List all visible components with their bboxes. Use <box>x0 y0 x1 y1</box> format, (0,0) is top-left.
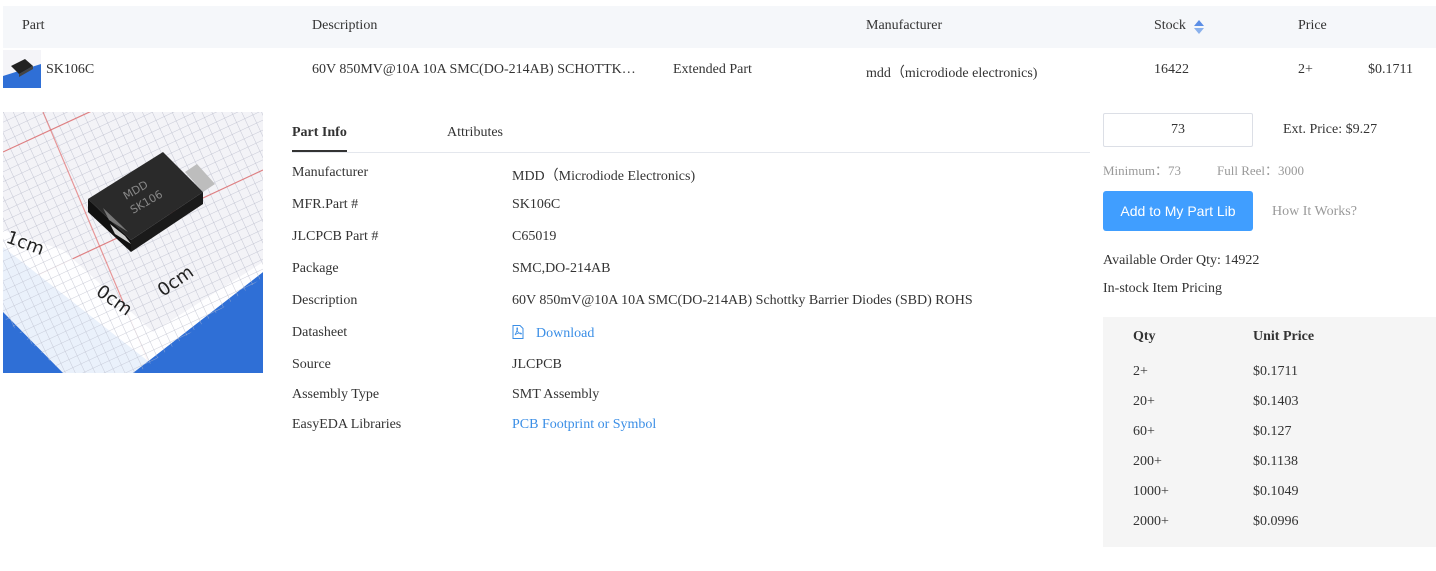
info-tabs: Part Info Attributes <box>292 112 1090 153</box>
header-price: Price <box>1298 18 1327 33</box>
minimum-qty: Minimum：73 <box>1103 163 1182 178</box>
instock-pricing-title: In-stock Item Pricing <box>1103 281 1222 296</box>
tier-qty: 60+ <box>1133 424 1155 439</box>
part-manufacturer: mdd（microdiode electronics) <box>866 66 1038 81</box>
info-value: SMT Assembly <box>512 387 600 402</box>
sort-arrows-icon[interactable] <box>1193 19 1205 35</box>
header-description: Description <box>312 18 378 33</box>
product-image: 1cm 0cm 0cm MDD SK106 <box>3 112 263 373</box>
tier-qty: 200+ <box>1133 454 1162 469</box>
info-row-easyeda: EasyEDA Libraries PCB Footprint or Symbo… <box>292 417 1090 437</box>
price-table-qty-header: Qty <box>1133 329 1156 344</box>
info-row-jlcpcb-part: JLCPCB Part # C65019 <box>292 229 1090 249</box>
tier-qty: 20+ <box>1133 394 1155 409</box>
info-key: Description <box>292 293 358 308</box>
part-price-qty: 2+ <box>1298 62 1313 77</box>
price-table-row: 2+ $0.1711 <box>1103 364 1436 384</box>
info-value: C65019 <box>512 229 557 244</box>
info-value: MDD（Microdiode Electronics) <box>512 169 696 184</box>
part-thumbnail[interactable] <box>3 50 41 88</box>
tier-price: $0.127 <box>1253 424 1292 439</box>
tier-price: $0.1403 <box>1253 394 1299 409</box>
info-key: JLCPCB Part # <box>292 229 379 244</box>
info-key: Source <box>292 357 331 372</box>
info-row-mfr-part: MFR.Part # SK106C <box>292 197 1090 217</box>
available-order-qty: Available Order Qty: 14922 <box>1103 253 1260 268</box>
price-table-row: 200+ $0.1138 <box>1103 454 1436 474</box>
info-value: SMC,DO-214AB <box>512 261 611 276</box>
tier-price: $0.1711 <box>1253 364 1298 379</box>
part-number-link[interactable]: SK106C <box>46 62 94 78</box>
info-row-manufacturer: Manufacturer MDD（Microdiode Electronics) <box>292 165 1090 185</box>
info-row-datasheet: Datasheet Download <box>292 325 1090 345</box>
header-part: Part <box>22 18 45 33</box>
info-row-source: Source JLCPCB <box>292 357 1090 377</box>
active-tab-indicator <box>292 150 347 152</box>
tab-attributes[interactable]: Attributes <box>447 125 503 141</box>
info-value: SK106C <box>512 197 561 212</box>
price-table-row: 20+ $0.1403 <box>1103 394 1436 414</box>
info-key: EasyEDA Libraries <box>292 417 402 432</box>
full-reel-qty: Full Reel：3000 <box>1217 163 1305 178</box>
part-stock: 16422 <box>1154 62 1189 77</box>
price-table-row: 60+ $0.127 <box>1103 424 1436 444</box>
pdf-icon <box>512 325 524 339</box>
table-header: Part Description Manufacturer Stock Pric… <box>3 6 1436 48</box>
info-row-description: Description 60V 850mV@10A 10A SMC(DO-214… <box>292 293 1090 313</box>
info-row-assembly-type: Assembly Type SMT Assembly <box>292 387 1090 407</box>
part-type: Extended Part <box>673 62 752 77</box>
add-to-part-lib-button[interactable]: Add to My Part Lib <box>1103 191 1253 231</box>
price-table-row: 1000+ $0.1049 <box>1103 484 1436 504</box>
tab-part-info[interactable]: Part Info <box>292 125 347 141</box>
ext-price: Ext. Price: $9.27 <box>1283 122 1378 137</box>
tier-qty: 1000+ <box>1133 484 1169 499</box>
tier-price: $0.1049 <box>1253 484 1299 499</box>
info-value: JLCPCB <box>512 357 562 372</box>
quantity-input[interactable] <box>1103 113 1253 147</box>
info-key: Package <box>292 261 339 276</box>
tier-price: $0.0996 <box>1253 514 1299 529</box>
info-key: MFR.Part # <box>292 197 359 212</box>
info-key: Datasheet <box>292 325 348 340</box>
tier-qty: 2000+ <box>1133 514 1169 529</box>
table-row[interactable]: SK106C 60V 850MV@10A 10A SMC(DO-214AB) S… <box>3 48 1436 92</box>
part-description: 60V 850MV@10A 10A SMC(DO-214AB) SCHOTTK… <box>312 62 636 77</box>
info-row-package: Package SMC,DO-214AB <box>292 261 1090 281</box>
header-stock[interactable]: Stock <box>1154 18 1186 34</box>
info-key: Assembly Type <box>292 387 380 402</box>
tier-qty: 2+ <box>1133 364 1148 379</box>
price-table-row: 2000+ $0.0996 <box>1103 514 1436 534</box>
how-it-works-link[interactable]: How It Works? <box>1272 204 1357 220</box>
header-manufacturer: Manufacturer <box>866 18 943 33</box>
easyeda-library-link[interactable]: PCB Footprint or Symbol <box>512 417 656 433</box>
price-table: Qty Unit Price 2+ $0.1711 20+ $0.1403 60… <box>1103 317 1436 547</box>
info-value: 60V 850mV@10A 10A SMC(DO-214AB) Schottky… <box>512 293 973 308</box>
download-label: Download <box>536 326 595 341</box>
tier-price: $0.1138 <box>1253 454 1298 469</box>
datasheet-download-link[interactable]: Download <box>512 325 594 342</box>
price-table-price-header: Unit Price <box>1253 329 1315 344</box>
part-price: $0.1711 <box>1368 62 1413 77</box>
info-key: Manufacturer <box>292 165 369 180</box>
